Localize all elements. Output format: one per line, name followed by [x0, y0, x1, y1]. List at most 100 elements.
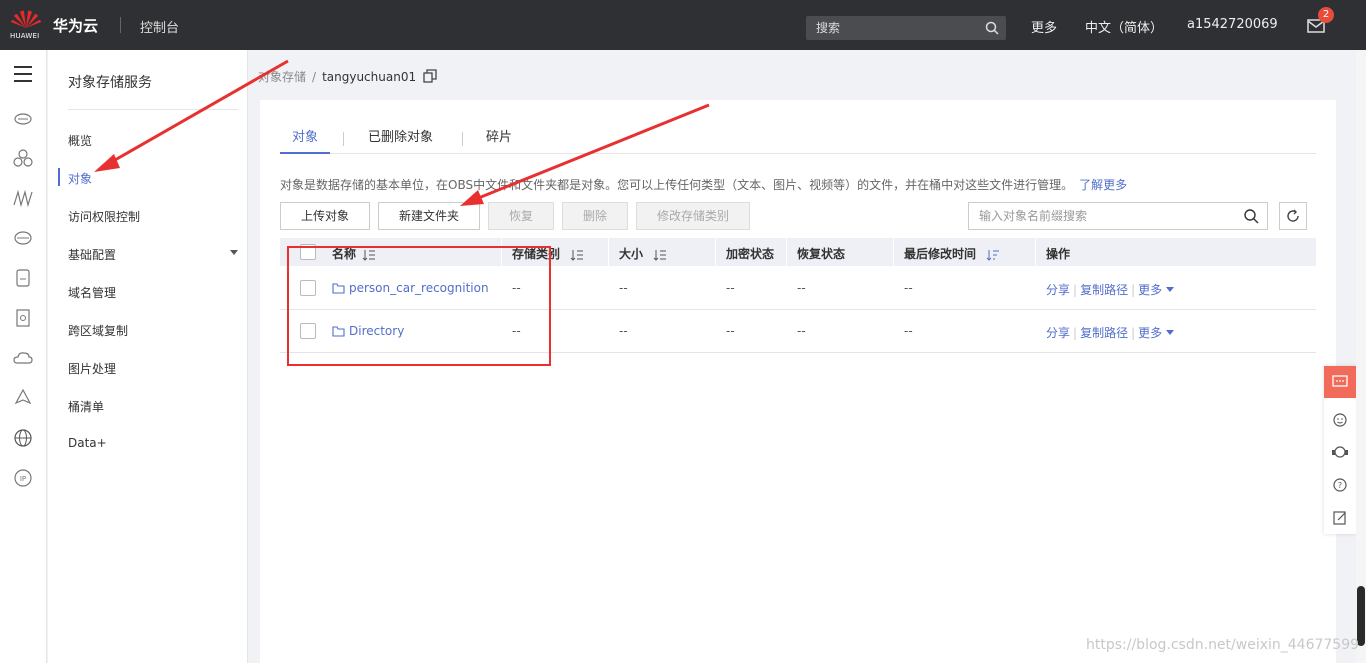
- learn-more-link[interactable]: 了解更多: [1079, 178, 1127, 192]
- svg-text:?: ?: [1338, 481, 1342, 490]
- svg-text:IP: IP: [20, 475, 26, 483]
- delete-button[interactable]: 删除: [562, 202, 628, 230]
- copy-path-link[interactable]: 复制路径: [1080, 326, 1128, 340]
- cell-last-modified: --: [904, 281, 913, 295]
- cluster-icon[interactable]: [12, 147, 34, 169]
- breadcrumb-root[interactable]: 对象存储: [258, 70, 306, 84]
- more-actions-link[interactable]: 更多: [1138, 326, 1162, 340]
- question-icon: ?: [1333, 478, 1347, 492]
- restore-button[interactable]: 恢复: [488, 202, 554, 230]
- notification-badge: 2: [1318, 7, 1334, 23]
- global-search[interactable]: [806, 16, 1006, 40]
- sidebar-item-access-control[interactable]: 访问权限控制: [68, 208, 238, 225]
- upload-object-button[interactable]: 上传对象: [280, 202, 370, 230]
- search-icon[interactable]: [1243, 208, 1259, 224]
- header-divider: [120, 17, 121, 33]
- refresh-button[interactable]: [1279, 202, 1307, 230]
- smile-icon: [1333, 413, 1347, 427]
- row-actions: 分享 | 复制路径 | 更多: [1046, 324, 1175, 341]
- document-icon[interactable]: [12, 307, 34, 329]
- objects-description: 对象是数据存储的基本单位，在OBS中文件和文件夹都是对象。您可以上传任何类型（文…: [280, 176, 1127, 193]
- sidebar-item-label: 基础配置: [68, 248, 117, 262]
- console-link[interactable]: 控制台: [140, 17, 179, 36]
- column-label: 最后修改时间: [904, 247, 977, 261]
- page-scrollbar[interactable]: [1356, 50, 1366, 663]
- column-last-modified[interactable]: 最后修改时间: [904, 245, 1000, 262]
- caret-down-icon[interactable]: [1166, 287, 1175, 292]
- change-storage-class-button[interactable]: 修改存储类别: [636, 202, 750, 230]
- action-divider: |: [1131, 326, 1136, 340]
- sidebar-item-overview[interactable]: 概览: [68, 132, 238, 149]
- cell-size: --: [619, 281, 628, 295]
- sort-icon[interactable]: [570, 249, 584, 261]
- cell-size: --: [619, 324, 628, 338]
- user-account[interactable]: a1542720069: [1187, 17, 1278, 32]
- global-search-input[interactable]: [806, 16, 976, 40]
- sail-icon[interactable]: [12, 387, 34, 409]
- notes-button[interactable]: [1324, 502, 1356, 534]
- sidebar-item-inventory[interactable]: 桶清单: [68, 398, 238, 415]
- satisfaction-button[interactable]: [1324, 404, 1356, 436]
- sidebar-item-domain[interactable]: 域名管理: [68, 284, 238, 301]
- refresh-icon: [1287, 209, 1299, 222]
- new-folder-button[interactable]: 新建文件夹: [378, 202, 480, 230]
- ip-icon[interactable]: IP: [12, 467, 34, 489]
- brand-name[interactable]: 华为云: [53, 15, 98, 36]
- search-icon[interactable]: [984, 20, 1000, 36]
- sidebar-item-cross-region[interactable]: 跨区域复制: [68, 322, 238, 339]
- support-button[interactable]: [1324, 436, 1356, 468]
- more-menu[interactable]: 更多: [1031, 17, 1057, 36]
- more-actions-link[interactable]: 更多: [1138, 283, 1162, 297]
- help-button[interactable]: ?: [1324, 469, 1356, 501]
- cell-encryption: --: [726, 324, 735, 338]
- object-search-input[interactable]: [969, 203, 1229, 229]
- sidebar-item-basic-config[interactable]: 基础配置: [68, 246, 238, 263]
- sidebar-item-data-plus[interactable]: Data+: [68, 436, 238, 450]
- breadcrumb-separator: /: [312, 70, 317, 84]
- copy-path-link[interactable]: 复制路径: [1080, 283, 1128, 297]
- sidebar-divider: [68, 109, 238, 110]
- tab-objects[interactable]: 对象: [280, 128, 331, 154]
- copy-icon[interactable]: [423, 69, 437, 83]
- feedback-button[interactable]: [1324, 366, 1356, 398]
- obs-sidebar: 对象存储服务 概览 对象 访问权限控制 基础配置 域名管理 跨区域复制 图片处理…: [48, 50, 248, 663]
- breadcrumb: 对象存储 / tangyuchuan01: [258, 68, 416, 85]
- caret-down-icon[interactable]: [1166, 330, 1175, 335]
- service-icon-rail: IP: [0, 50, 47, 663]
- active-indicator: [58, 168, 60, 186]
- description-text: 对象是数据存储的基本单位，在OBS中文件和文件夹都是对象。您可以上传任何类型（文…: [280, 178, 1074, 192]
- share-link[interactable]: 分享: [1046, 283, 1070, 297]
- object-search[interactable]: [968, 202, 1268, 230]
- network-icon[interactable]: [12, 187, 34, 209]
- globe-icon[interactable]: [12, 427, 34, 449]
- cell-restore-status: --: [797, 324, 806, 338]
- sidebar-item-objects[interactable]: 对象: [68, 170, 238, 187]
- sort-icon[interactable]: [653, 249, 667, 261]
- database-icon[interactable]: [12, 267, 34, 289]
- sidebar-item-image-process[interactable]: 图片处理: [68, 360, 238, 377]
- column-restore-status: 恢复状态: [797, 247, 846, 261]
- cloud-server-icon[interactable]: [12, 107, 34, 129]
- cell-restore-status: --: [797, 281, 806, 295]
- share-link[interactable]: 分享: [1046, 326, 1070, 340]
- top-bar: HUAWEI 华为云 控制台 更多 中文（简体） a1542720069 2: [0, 0, 1366, 50]
- cell-encryption: --: [726, 281, 735, 295]
- row-actions: 分享 | 复制路径 | 更多: [1046, 281, 1175, 298]
- sort-icon[interactable]: [986, 249, 1000, 261]
- column-encryption: 加密状态: [726, 247, 775, 261]
- tab-divider: [462, 132, 463, 146]
- menu-icon[interactable]: [12, 64, 34, 84]
- tab-fragments[interactable]: 碎片: [486, 128, 512, 154]
- storage-icon[interactable]: [12, 227, 34, 249]
- column-size[interactable]: 大小: [619, 245, 667, 262]
- column-label: 大小: [619, 247, 644, 261]
- column-divider: [1035, 238, 1036, 266]
- annotation-highlight-box: [287, 246, 551, 366]
- column-divider: [715, 238, 716, 266]
- column-divider: [608, 238, 609, 266]
- tab-bar: 对象 已删除对象 碎片: [280, 128, 1316, 154]
- language-selector[interactable]: 中文（简体）: [1085, 17, 1163, 36]
- caret-down-icon: [230, 250, 238, 255]
- cloud-icon[interactable]: [12, 347, 34, 369]
- tab-deleted-objects[interactable]: 已删除对象: [368, 128, 433, 154]
